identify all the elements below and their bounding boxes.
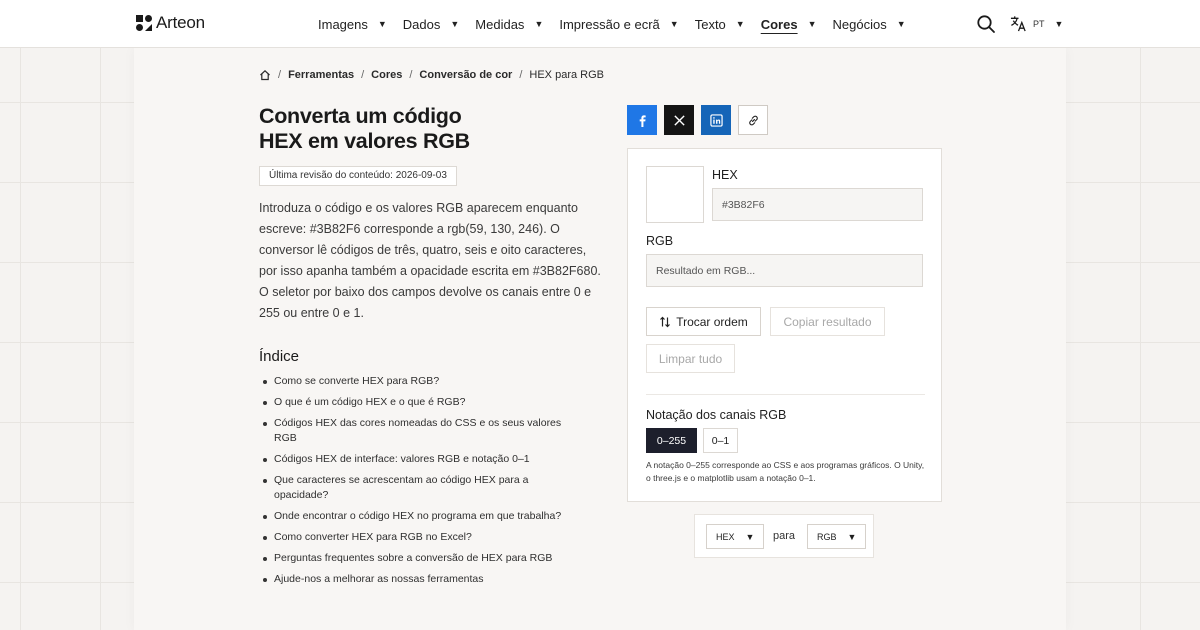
intro-paragraph: Introduza o código e os valores RGB apar… [259, 201, 601, 320]
nav-item-medidas[interactable]: Medidas ▼ [475, 17, 543, 32]
page-title-line-1: Converta um código [259, 104, 462, 128]
hex-label: HEX [712, 168, 738, 182]
caret-down-icon: ▼ [669, 19, 679, 29]
caret-down-icon: ▼ [745, 531, 755, 542]
nav-item-imagens[interactable]: Imagens ▼ [318, 17, 387, 32]
toc-item[interactable]: Onde encontrar o código HEX no programa … [263, 509, 574, 524]
copy-result-button[interactable]: Copiar resultado [770, 307, 885, 336]
notation-label: Notação dos canais RGB [646, 408, 787, 422]
breadcrumb-separator: / [519, 69, 523, 81]
nav-label: Negócios [832, 16, 887, 32]
notation-toggle: 0–255 0–1 [646, 428, 738, 453]
x-icon [673, 114, 685, 126]
nav-item-texto[interactable]: Texto ▼ [695, 17, 745, 32]
format-to-word: para [773, 530, 796, 542]
breadcrumb-separator: / [409, 69, 413, 81]
nav-item-dados[interactable]: Dados ▼ [403, 17, 460, 32]
caret-down-icon: ▼ [847, 531, 857, 542]
swap-order-label: Trocar ordem [676, 314, 748, 329]
swap-order-button[interactable]: Trocar ordem [646, 307, 761, 336]
main-nav: Imagens ▼ Dados ▼ Medidas ▼ Impressão e … [318, 0, 906, 48]
toc-item[interactable]: Que caracteres se acrescentam ao código … [263, 473, 574, 503]
from-format-value: HEX [716, 531, 735, 542]
breadcrumb: / Ferramentas / Cores / Conversão de cor… [259, 69, 604, 81]
divider [646, 394, 925, 395]
nav-item-impressao-e-ecra[interactable]: Impressão e ecrã ▼ [559, 17, 678, 32]
swap-arrows-icon [660, 316, 671, 327]
toc-item[interactable]: Como se converte HEX para RGB? [263, 374, 574, 389]
share-buttons [627, 105, 768, 135]
caret-down-icon: ▼ [534, 19, 544, 29]
linkedin-icon [709, 113, 723, 127]
copy-link-button[interactable] [738, 105, 768, 135]
share-x-button[interactable] [664, 105, 694, 135]
link-icon [748, 115, 758, 125]
share-linkedin-button[interactable] [701, 105, 731, 135]
table-of-contents: Como se converte HEX para RGB? O que é u… [263, 374, 574, 593]
from-format-select[interactable]: HEX ▼ [706, 524, 765, 549]
breadcrumb-separator: / [278, 69, 282, 81]
page-title: Converta um código HEX em valores RGB [259, 104, 559, 154]
clear-all-label: Limpar tudo [658, 351, 723, 366]
color-swatch [646, 166, 704, 223]
home-icon [260, 69, 270, 81]
caret-down-icon: ▼ [377, 19, 387, 29]
breadcrumb-home[interactable] [259, 69, 271, 81]
notation-option-0-255[interactable]: 0–255 [646, 428, 697, 453]
toc-title: Índice [259, 348, 300, 365]
logo-icon [136, 15, 152, 31]
nav-label: Medidas [475, 16, 525, 32]
caret-down-icon: ▼ [1054, 18, 1064, 29]
breadcrumb-cores[interactable]: Cores [371, 69, 402, 81]
rgb-label: RGB [646, 234, 674, 248]
translate-icon [1010, 16, 1026, 32]
breadcrumb-separator: / [361, 69, 365, 81]
breadcrumb-ferramentas[interactable]: Ferramentas [288, 69, 354, 81]
toc-item[interactable]: Códigos HEX de interface: valores RGB e … [263, 452, 574, 467]
to-format-select[interactable]: RGB ▼ [807, 524, 867, 549]
revision-date-badge: Última revisão do conteúdo: 2026-09-03 [259, 166, 457, 186]
breadcrumb-conversao-de-cor[interactable]: Conversão de cor [419, 69, 512, 81]
language-selector[interactable]: PT ▼ [1010, 15, 1063, 32]
nav-label: Imagens [318, 16, 368, 32]
caret-down-icon: ▼ [896, 19, 906, 29]
toc-item[interactable]: Perguntas frequentes sobre a conversão d… [263, 551, 574, 566]
notation-note: A notação 0–255 corresponde ao CSS e aos… [646, 460, 925, 483]
breadcrumb-current: HEX para RGB [529, 69, 604, 81]
top-navigation-bar: Arteon Imagens ▼ Dados ▼ Medidas ▼ Impre… [0, 0, 1200, 48]
nav-item-negocios[interactable]: Negócios ▼ [833, 17, 906, 32]
nav-label: Texto [694, 16, 726, 32]
search-icon [977, 15, 995, 33]
toc-item[interactable]: Códigos HEX das cores nomeadas do CSS e … [263, 416, 574, 446]
page-title-line-2: HEX em valores RGB [259, 129, 470, 153]
caret-down-icon: ▼ [735, 19, 745, 29]
copy-result-label: Copiar resultado [783, 314, 872, 329]
clear-all-button[interactable]: Limpar tudo [646, 344, 735, 373]
language-code: PT [1033, 18, 1045, 29]
logo[interactable]: Arteon [136, 13, 205, 33]
nav-item-cores[interactable]: Cores ▼ [761, 17, 817, 32]
converter-card: HEX RGB Trocar ordem Copiar resultado Li… [627, 148, 942, 502]
notation-option-0-1[interactable]: 0–1 [703, 428, 738, 453]
search-button[interactable] [976, 14, 996, 34]
facebook-icon [639, 114, 646, 127]
nav-label: Dados [402, 16, 441, 32]
hex-input[interactable] [712, 188, 923, 221]
caret-down-icon: ▼ [807, 19, 817, 29]
share-facebook-button[interactable] [627, 105, 657, 135]
caret-down-icon: ▼ [450, 19, 460, 29]
format-selector: HEX ▼ para RGB ▼ [694, 514, 874, 558]
logo-text: Arteon [156, 13, 205, 32]
rgb-output-field[interactable] [646, 254, 923, 287]
toc-item[interactable]: O que é um código HEX e o que é RGB? [263, 395, 574, 410]
toc-item[interactable]: Como converter HEX para RGB no Excel? [263, 530, 574, 545]
toc-item[interactable]: Ajude-nos a melhorar as nossas ferrament… [263, 572, 574, 587]
nav-label: Cores [760, 16, 798, 32]
nav-label: Impressão e ecrã [559, 16, 660, 32]
to-format-value: RGB [817, 531, 837, 542]
